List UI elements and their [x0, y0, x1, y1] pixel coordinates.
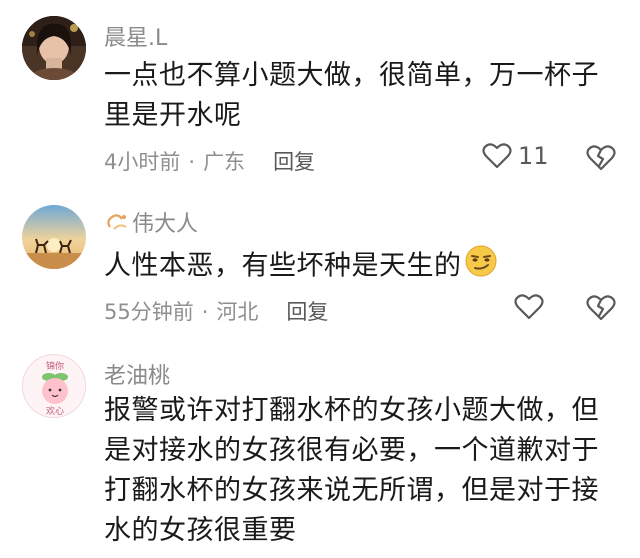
comment-location: 广东 [203, 150, 246, 174]
comment-text-line: 打翻水杯的女孩来说无所谓，但是对于接 [104, 475, 599, 506]
meta-separator: · [188, 150, 196, 174]
dislike-button[interactable] [586, 144, 616, 176]
comment-text: 报警或许对打翻水杯的女孩小题大做，但 是对接水的女孩很有必要，一个道歉对于 打翻… [104, 391, 604, 551]
comment-time: 55分钟前 [104, 300, 194, 324]
badge-icon [107, 214, 127, 230]
comment-item: 锦你 欢心 老油桃 报警或许对打翻水杯的女孩小题大做，但 是对接水的女孩很有必要… [0, 340, 640, 558]
comment-username[interactable]: 老油桃 [104, 358, 170, 390]
broken-heart-icon [586, 295, 616, 321]
comment-text-line: 是对接水的女孩很有必要，一个道歉对于 [104, 435, 599, 466]
smirk-emoji-icon [464, 244, 498, 290]
like-button[interactable]: 11 [482, 142, 549, 170]
like-count: 11 [518, 142, 549, 170]
comment-item: 伟大人 人性本恶，有些坏种是天生的 55分钟前 · 河北 回复 [0, 190, 640, 340]
comment-username-label: 伟大人 [132, 212, 199, 237]
avatar-text-bottom: 欢心 [46, 405, 64, 417]
like-button[interactable] [514, 293, 544, 321]
dislike-button[interactable] [586, 294, 616, 326]
comment-username[interactable]: 伟大人 [104, 206, 198, 238]
avatar-text-top: 锦你 [46, 360, 64, 372]
comment-location: 河北 [216, 300, 259, 324]
reply-button[interactable]: 回复 [286, 300, 328, 324]
comment-text-line: 一点也不算小题大做，很简单，万一杯子 [104, 60, 599, 91]
user-avatar[interactable] [22, 16, 86, 80]
comment-meta: 4小时前 · 广东 回复 [104, 146, 315, 176]
sunset-deer-avatar-icon [22, 205, 86, 269]
peach-avatar-icon: 锦你 欢心 [23, 355, 85, 417]
comment-text-line: 里是开水呢 [104, 100, 242, 131]
comment-text-content: 人性本恶，有些坏种是天生的 [104, 250, 462, 282]
comment-text: 人性本恶，有些坏种是天生的 [104, 244, 604, 290]
user-avatar[interactable]: 锦你 欢心 [22, 354, 86, 418]
comment-text-line: 报警或许对打翻水杯的女孩小题大做，但 [104, 395, 599, 426]
comment-username[interactable]: 晨星.L [104, 20, 167, 52]
comment-text-line: 人性本恶，有些坏种是天生的 [104, 244, 604, 290]
user-avatar[interactable] [22, 205, 86, 269]
comment-text-line: 水的女孩很重要 [104, 515, 297, 546]
heart-icon [482, 143, 512, 169]
comment-meta: 55分钟前 · 河北 回复 [104, 296, 328, 326]
photo-avatar-icon [22, 16, 86, 80]
comment-time: 4小时前 [104, 150, 181, 174]
heart-icon [514, 294, 544, 320]
meta-separator: · [201, 300, 209, 324]
comment-text: 一点也不算小题大做，很简单，万一杯子 里是开水呢 [104, 56, 604, 136]
reply-button[interactable]: 回复 [273, 150, 315, 174]
comment-item: 晨星.L 一点也不算小题大做，很简单，万一杯子 里是开水呢 4小时前 · 广东 回复 … [0, 0, 640, 190]
broken-heart-icon [586, 145, 616, 171]
